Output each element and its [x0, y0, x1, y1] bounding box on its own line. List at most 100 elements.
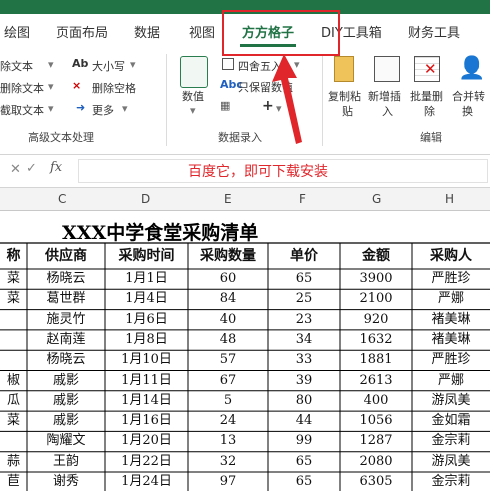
table-cell[interactable]: 严娜: [412, 289, 490, 309]
merge-button-line2[interactable]: 换: [462, 103, 473, 119]
table-cell[interactable]: 1月24日: [105, 472, 188, 491]
copy-paste-button[interactable]: 复制粘: [328, 88, 361, 104]
extract-text-button[interactable]: 截取文本: [0, 102, 44, 118]
case-button[interactable]: 大小写: [92, 58, 125, 74]
header-cell[interactable]: 供应商: [27, 243, 105, 269]
table-cell[interactable]: 施灵竹: [27, 310, 105, 330]
remove-space-button[interactable]: 删除空格: [92, 80, 136, 96]
table-cell[interactable]: 苣: [0, 472, 27, 491]
chevron-down-icon[interactable]: ▾: [48, 80, 54, 93]
table-cell[interactable]: 1287: [340, 431, 412, 451]
chevron-down-icon[interactable]: ▾: [48, 58, 54, 71]
table-cell[interactable]: 金宗莉: [412, 472, 490, 491]
table-cell[interactable]: 游凤美: [412, 391, 490, 411]
table-cell[interactable]: 椒: [0, 371, 27, 391]
chevron-down-icon[interactable]: ▾: [130, 58, 136, 71]
copy-paste-button-line2[interactable]: 贴: [342, 103, 353, 119]
table-cell[interactable]: 1月1日: [105, 269, 188, 289]
table-cell[interactable]: 97: [188, 472, 268, 491]
table-cell[interactable]: 1月11日: [105, 371, 188, 391]
table-cell[interactable]: 1月6日: [105, 310, 188, 330]
copy-paste-icon[interactable]: [334, 56, 354, 82]
remove-text-button[interactable]: 除文本: [0, 58, 33, 74]
chevron-down-icon[interactable]: ▾: [122, 102, 128, 115]
column-header-h[interactable]: H: [445, 192, 454, 206]
table-cell[interactable]: 金宗莉: [412, 431, 490, 451]
merge-button[interactable]: 合并转: [452, 88, 485, 104]
chevron-down-icon[interactable]: ▾: [48, 102, 54, 115]
table-cell[interactable]: 严娜: [412, 371, 490, 391]
table-cell[interactable]: 戚影: [27, 411, 105, 431]
table-cell[interactable]: 40: [188, 310, 268, 330]
cancel-icon[interactable]: ✕: [10, 162, 21, 177]
table-cell[interactable]: 400: [340, 391, 412, 411]
table-cell[interactable]: 2080: [340, 452, 412, 472]
insert-button-line2[interactable]: 入: [382, 103, 393, 119]
table-cell[interactable]: 2100: [340, 289, 412, 309]
table-cell[interactable]: 葛世群: [27, 289, 105, 309]
table-cell[interactable]: 5: [188, 391, 268, 411]
table-cell[interactable]: 6305: [340, 472, 412, 491]
table-cell[interactable]: 3900: [340, 269, 412, 289]
header-cell[interactable]: 采购时间: [105, 243, 188, 269]
table-cell[interactable]: 1月8日: [105, 330, 188, 350]
table-cell[interactable]: 菜: [0, 269, 27, 289]
insert-icon[interactable]: [374, 56, 400, 82]
table-cell[interactable]: 23: [268, 310, 340, 330]
table-cell[interactable]: 65: [268, 269, 340, 289]
table-cell[interactable]: 严胜珍: [412, 269, 490, 289]
insert-button[interactable]: 新增插: [368, 88, 401, 104]
table-cell[interactable]: 39: [268, 371, 340, 391]
table-cell[interactable]: 57: [188, 350, 268, 370]
sheet-grid[interactable]: XXX中学食堂采购清单 称供应商 采购时间 采购数量 单价 金额 采购人菜杨晓云 1月1日 6…: [0, 210, 490, 491]
table-cell[interactable]: 杨晓云: [27, 269, 105, 289]
table-cell[interactable]: 金如霜: [412, 411, 490, 431]
fx-icon[interactable]: fx: [50, 160, 62, 175]
table-cell[interactable]: 戚影: [27, 391, 105, 411]
table-cell[interactable]: 1月16日: [105, 411, 188, 431]
header-cell[interactable]: 采购数量: [188, 243, 268, 269]
table-cell[interactable]: 920: [340, 310, 412, 330]
table-cell[interactable]: 游凤美: [412, 452, 490, 472]
column-header-f[interactable]: F: [299, 192, 306, 206]
tab-data[interactable]: 数据: [134, 22, 160, 41]
merge-person-icon[interactable]: 👤: [458, 56, 485, 81]
table-cell[interactable]: 褚美琳: [412, 310, 490, 330]
table-cell[interactable]: 80: [268, 391, 340, 411]
table-cell[interactable]: 67: [188, 371, 268, 391]
tab-draw[interactable]: 绘图: [4, 22, 30, 41]
confirm-icon[interactable]: ✓: [26, 161, 37, 176]
table-cell[interactable]: 24: [188, 411, 268, 431]
table-cell[interactable]: 1月22日: [105, 452, 188, 472]
numeric-button[interactable]: 数值: [182, 88, 204, 104]
table-cell[interactable]: 1月4日: [105, 289, 188, 309]
column-header-g[interactable]: G: [372, 192, 381, 206]
numeric-icon[interactable]: [180, 56, 208, 88]
more-button[interactable]: 更多: [92, 102, 114, 118]
table-cell[interactable]: 戚影: [27, 371, 105, 391]
table-cell[interactable]: 2613: [340, 371, 412, 391]
table-cell[interactable]: 菜: [0, 411, 27, 431]
table-cell[interactable]: 48: [188, 330, 268, 350]
table-cell[interactable]: 菜: [0, 289, 27, 309]
table-cell[interactable]: 99: [268, 431, 340, 451]
table-cell[interactable]: 65: [268, 452, 340, 472]
table-cell[interactable]: 1881: [340, 350, 412, 370]
column-header-c[interactable]: C: [58, 192, 66, 206]
table-cell[interactable]: 1056: [340, 411, 412, 431]
table-cell[interactable]: 严胜珍: [412, 350, 490, 370]
header-cell[interactable]: 称: [0, 243, 27, 269]
table-cell[interactable]: 84: [188, 289, 268, 309]
table-cell[interactable]: 34: [268, 330, 340, 350]
table-cell[interactable]: 33: [268, 350, 340, 370]
header-cell[interactable]: 金额: [340, 243, 412, 269]
table-cell[interactable]: 褚美琳: [412, 330, 490, 350]
table-cell[interactable]: 杨晓云: [27, 350, 105, 370]
batch-delete-button[interactable]: 批量删: [410, 88, 443, 104]
tab-finance-tools[interactable]: 财务工具: [408, 22, 460, 41]
table-cell[interactable]: 32: [188, 452, 268, 472]
delete-text-button[interactable]: 删除文本: [0, 80, 44, 96]
header-cell[interactable]: 单价: [268, 243, 340, 269]
table-cell[interactable]: 44: [268, 411, 340, 431]
table-cell[interactable]: 65: [268, 472, 340, 491]
